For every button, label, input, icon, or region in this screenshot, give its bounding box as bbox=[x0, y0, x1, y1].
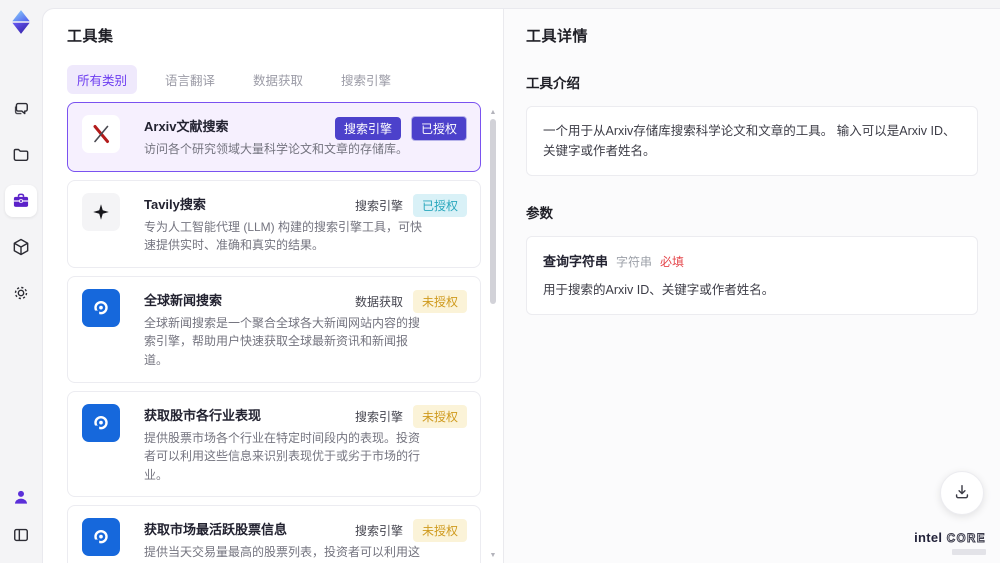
app-logo-icon[interactable] bbox=[8, 9, 34, 35]
download-button[interactable] bbox=[940, 471, 984, 515]
page-title: 工具集 bbox=[67, 28, 114, 45]
params-heading: 参数 bbox=[526, 206, 553, 221]
tab-语言翻译[interactable]: 语言翻译 bbox=[155, 65, 225, 94]
status-badge: 未授权 bbox=[412, 519, 467, 543]
intro-box: 一个用于从Arxiv存储库搜索科学论文和文章的工具。 输入可以是Arxiv ID… bbox=[526, 106, 978, 176]
sidebar-bottom bbox=[5, 481, 37, 551]
sparkle-icon bbox=[82, 192, 120, 231]
tool-description: 专为人工智能代理 (LLM) 构建的搜索引擎工具，可快速提供实时、准确和真实的结… bbox=[144, 219, 423, 253]
tool-name: 获取股市各行业表现 bbox=[144, 407, 262, 423]
tool-description: 提供当天交易量最高的股票列表，投资者可以利用这些信息来识别流动性强的股票和潜在的… bbox=[144, 545, 421, 560]
scroll-down-icon[interactable]: ▼ bbox=[489, 552, 497, 559]
tool-details-pane: 工具详情 工具介绍 一个用于从Arxiv存储库搜索科学论文和文章的工具。 输入可… bbox=[503, 9, 1000, 563]
tool-card[interactable]: 获取市场最活跃股票信息 提供当天交易量最高的股票列表，投资者可以利用这些信息来识… bbox=[67, 505, 481, 563]
tool-card[interactable]: 全球新闻搜索 全球新闻搜索是一个聚合全球各大新闻网站内容的搜索引擎，帮助用户快速… bbox=[67, 275, 481, 383]
sidebar-item-packages[interactable] bbox=[5, 231, 37, 263]
tool-list: Arxiv文献搜索 访问各个研究领域大量科学论文和文章的存储库。 搜索引擎 已授… bbox=[67, 102, 503, 563]
globe-news-icon bbox=[82, 288, 120, 327]
tab-搜索引擎[interactable]: 搜索引擎 bbox=[331, 65, 401, 94]
category-badge: 搜索引擎 bbox=[354, 524, 403, 539]
sidebar-item-chat[interactable] bbox=[5, 93, 37, 125]
tab-数据获取[interactable]: 数据获取 bbox=[243, 65, 313, 94]
details-title: 工具详情 bbox=[526, 28, 589, 45]
tool-card[interactable]: Arxiv文献搜索 访问各个研究领域大量科学论文和文章的存储库。 搜索引擎 已授… bbox=[67, 102, 481, 172]
main-panel: 工具集 所有类别 语言翻译 数据获取 搜索引擎 Arxiv文献搜索 访问各个研究领域大… bbox=[42, 8, 1000, 563]
sidebar-item-files[interactable] bbox=[5, 139, 37, 171]
intel-wordmark: intel bbox=[914, 530, 943, 545]
core-wordmark: core bbox=[946, 533, 986, 546]
tool-name: 全球新闻搜索 bbox=[144, 292, 223, 308]
tool-description: 访问各个研究领域大量科学论文和文章的存储库。 bbox=[144, 142, 409, 156]
tool-name: Tavily搜索 bbox=[144, 196, 206, 212]
scrollbar[interactable]: ▲ ▼ bbox=[488, 109, 498, 559]
scrollbar-thumb[interactable] bbox=[490, 119, 496, 304]
download-icon bbox=[952, 482, 972, 505]
tool-description: 提供股票市场各个行业在特定时间段内的表现。投资者可以利用这些信息来识别表现优于或… bbox=[144, 430, 421, 482]
category-tabs: 所有类别 语言翻译 数据获取 搜索引擎 bbox=[67, 64, 503, 94]
category-badge: 数据获取 bbox=[354, 294, 403, 309]
param-box: 查询字符串 字符串 必填 用于搜索的Arxiv ID、关键字或作者姓名。 bbox=[526, 236, 978, 315]
param-description: 用于搜索的Arxiv ID、关键字或作者姓名。 bbox=[543, 283, 775, 297]
tool-card[interactable]: 获取股市各行业表现 提供股票市场各个行业在特定时间段内的表现。投资者可以利用这些… bbox=[67, 390, 481, 498]
chat-icon bbox=[11, 99, 31, 119]
toolbox-icon bbox=[11, 191, 31, 211]
sidebar-item-tools[interactable] bbox=[5, 185, 37, 217]
status-badge: 未授权 bbox=[412, 289, 467, 313]
arxiv-icon bbox=[82, 115, 120, 153]
param-header: 查询字符串 字符串 必填 bbox=[543, 251, 961, 270]
folder-icon bbox=[11, 145, 31, 165]
globe-news-icon bbox=[82, 403, 120, 442]
tool-card[interactable]: Tavily搜索 专为人工智能代理 (LLM) 构建的搜索引擎工具，可快速提供实… bbox=[67, 179, 481, 268]
tab-所有类别[interactable]: 所有类别 bbox=[67, 64, 138, 94]
tool-name: 获取市场最活跃股票信息 bbox=[144, 522, 288, 538]
category-badge: 搜索引擎 bbox=[354, 198, 403, 213]
user-icon bbox=[11, 487, 31, 507]
globe-news-icon bbox=[82, 518, 120, 557]
param-required-badge: 必填 bbox=[660, 255, 685, 269]
sidebar-item-settings[interactable] bbox=[5, 277, 37, 309]
intro-text: 一个用于从Arxiv存储库搜索科学论文和文章的工具。 输入可以是Arxiv ID… bbox=[543, 124, 956, 158]
status-badge: 未授权 bbox=[412, 404, 467, 428]
tool-description: 全球新闻搜索是一个聚合全球各大新闻网站内容的搜索引擎，帮助用户快速获取全球最新资… bbox=[144, 315, 421, 367]
category-badge: 搜索引擎 bbox=[354, 409, 403, 424]
intel-core-logo: intel core bbox=[914, 530, 986, 555]
cube-icon bbox=[11, 237, 31, 257]
param-type: 字符串 bbox=[616, 255, 653, 269]
user-avatar-button[interactable] bbox=[5, 481, 37, 513]
status-badge: 已授权 bbox=[410, 116, 467, 141]
scroll-up-icon[interactable]: ▲ bbox=[489, 109, 497, 116]
collapse-panel-button[interactable] bbox=[5, 519, 37, 551]
sidebar-nav bbox=[5, 93, 37, 309]
intro-heading: 工具介绍 bbox=[526, 76, 580, 91]
sidebar bbox=[0, 0, 42, 563]
category-badge: 搜索引擎 bbox=[334, 117, 401, 140]
app-root: 工具集 所有类别 语言翻译 数据获取 搜索引擎 Arxiv文献搜索 访问各个研究领域大… bbox=[0, 0, 1000, 563]
tool-list-pane: 工具集 所有类别 语言翻译 数据获取 搜索引擎 Arxiv文献搜索 访问各个研究领域大… bbox=[43, 9, 503, 563]
status-badge: 已授权 bbox=[412, 193, 467, 217]
param-name: 查询字符串 bbox=[543, 254, 609, 269]
settings-icon bbox=[11, 283, 31, 303]
tool-name: Arxiv文献搜索 bbox=[144, 119, 229, 134]
panel-icon bbox=[11, 525, 31, 545]
intel-core-sub-badge bbox=[952, 549, 986, 555]
